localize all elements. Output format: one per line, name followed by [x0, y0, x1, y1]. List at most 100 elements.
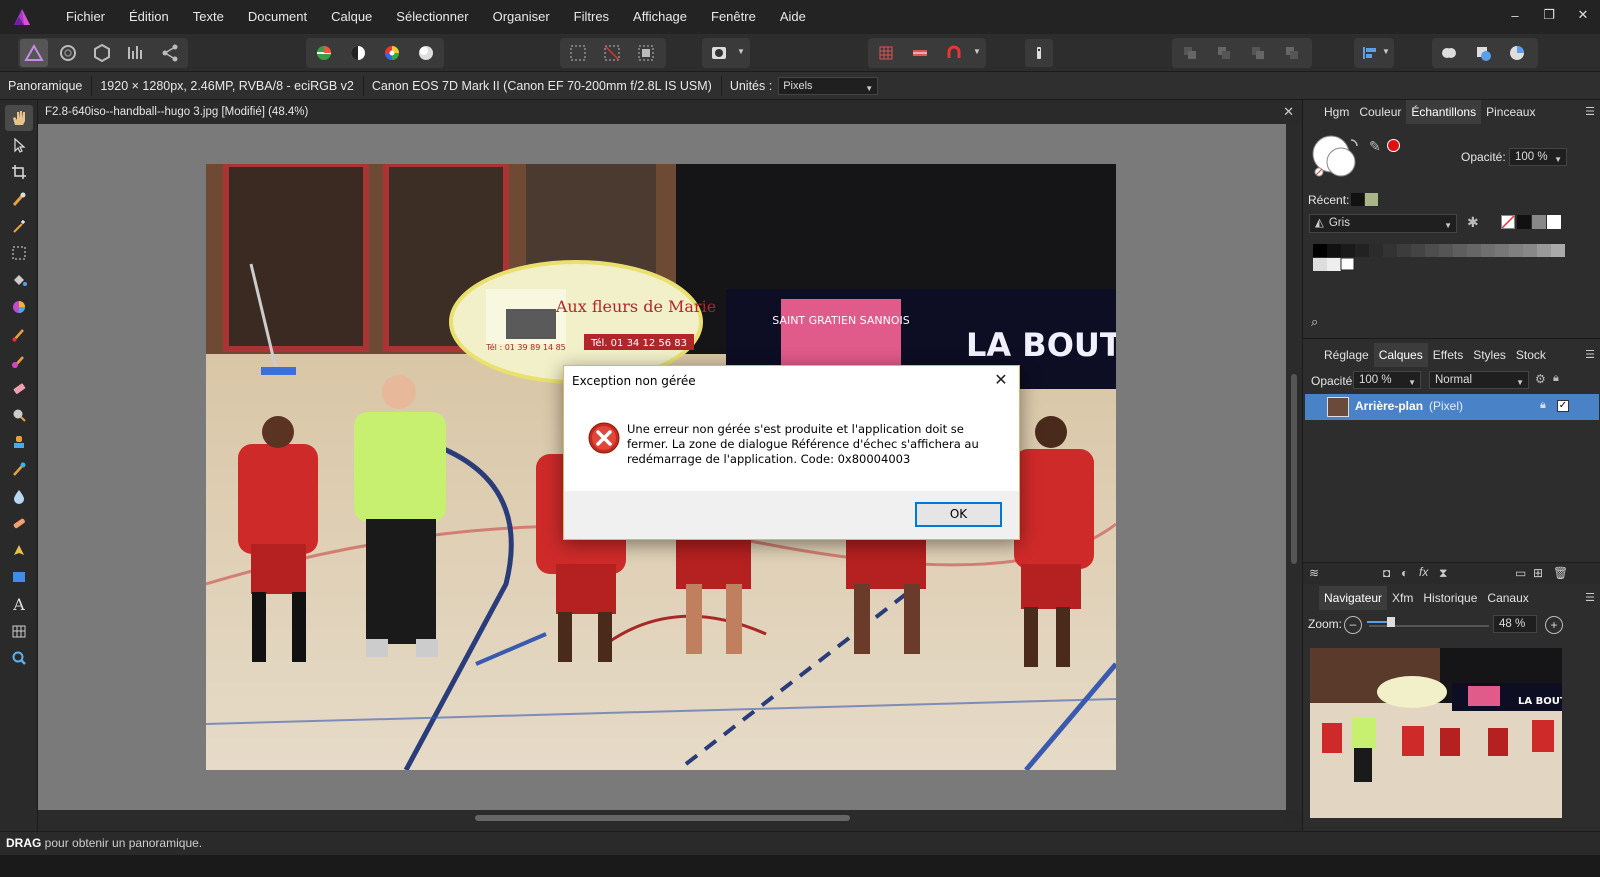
none-swatch[interactable]	[1501, 215, 1515, 229]
export-persona-button[interactable]	[156, 39, 184, 67]
hand-tool[interactable]	[5, 105, 33, 131]
gray-swatches-grid[interactable]	[1313, 244, 1573, 272]
selection-brush-tool[interactable]	[5, 186, 33, 212]
tab-navigator[interactable]: Navigateur	[1319, 586, 1388, 610]
eyedropper-icon[interactable]: ✎	[1369, 138, 1381, 155]
flood-select-tool[interactable]	[5, 213, 33, 239]
liquify-persona-button[interactable]	[54, 39, 82, 67]
zoom-value-field[interactable]: 48 %	[1493, 615, 1537, 633]
zoom-slider-thumb[interactable]	[1387, 617, 1395, 627]
tab-history[interactable]: Historique	[1418, 586, 1482, 610]
menu-organiser[interactable]: Organiser	[481, 0, 562, 34]
auto-levels-button[interactable]	[310, 39, 338, 67]
snapping-dropdown-icon[interactable]: ▼	[973, 47, 981, 56]
mesh-warp-tool[interactable]	[5, 618, 33, 644]
navigator-thumbnail[interactable]: LA BOUTIQU	[1310, 648, 1562, 818]
trash-icon[interactable]: 🗑︎	[1553, 566, 1568, 580]
clone-tool[interactable]	[5, 429, 33, 455]
tab-channels[interactable]: Canaux	[1482, 586, 1533, 610]
fill-stroke-swatch[interactable]	[1311, 134, 1363, 180]
tab-color[interactable]: Couleur	[1354, 100, 1406, 124]
zoom-out-button[interactable]: –	[1344, 616, 1362, 634]
auto-contrast-button[interactable]	[344, 39, 372, 67]
add-layer-icon[interactable]: ⊞	[1533, 566, 1543, 580]
recent-swatch-black[interactable]	[1351, 193, 1364, 206]
recent-swatch-olive[interactable]	[1365, 193, 1378, 206]
inpainting-brush-tool[interactable]	[5, 510, 33, 536]
tab-histogram[interactable]: Hgm	[1319, 100, 1354, 124]
auto-colors-button[interactable]	[378, 39, 406, 67]
move-to-back-button[interactable]	[1176, 39, 1204, 67]
layer-lock-icon[interactable]: 🔒︎	[1540, 399, 1546, 412]
menu-affichage[interactable]: Affichage	[621, 0, 699, 34]
tone-mapping-persona-button[interactable]	[122, 39, 150, 67]
minimize-button[interactable]: –	[1498, 0, 1532, 30]
move-backward-button[interactable]	[1210, 39, 1238, 67]
live-filter-icon[interactable]: ⧗	[1439, 566, 1447, 581]
ok-button[interactable]: OK	[915, 502, 1002, 527]
quick-mask-button[interactable]	[705, 39, 733, 67]
horizontal-scroll-thumb[interactable]	[475, 815, 850, 821]
panel-menu-icon[interactable]: ☰	[1585, 105, 1595, 118]
text-tool[interactable]: A	[5, 591, 33, 617]
rectangle-tool[interactable]	[5, 564, 33, 590]
horizontal-scrollbar[interactable]	[38, 810, 1286, 826]
gradient-tool[interactable]	[5, 294, 33, 320]
align-dropdown-icon[interactable]: ▼	[1382, 47, 1390, 56]
layer-settings-icon[interactable]: ⚙	[1535, 372, 1546, 386]
folder-icon[interactable]: ▭	[1515, 566, 1526, 580]
close-document-icon[interactable]: ✕	[1283, 100, 1294, 124]
subtract-boolean-button[interactable]	[1469, 39, 1497, 67]
color-opacity-field[interactable]: 100 % ▼	[1509, 148, 1567, 166]
intersect-boolean-button[interactable]	[1503, 39, 1531, 67]
auto-white-balance-button[interactable]	[412, 39, 440, 67]
adjustment-icon[interactable]: ◐	[1401, 566, 1408, 580]
layer-opacity-field[interactable]: 100 % ▼	[1353, 371, 1421, 389]
menu-selectionner[interactable]: Sélectionner	[384, 0, 480, 34]
blur-brush-tool[interactable]	[5, 483, 33, 509]
vertical-scrollbar[interactable]	[1286, 124, 1302, 810]
picked-color-swatch[interactable]	[1387, 139, 1400, 152]
menu-fenetre[interactable]: Fenêtre	[699, 0, 768, 34]
develop-persona-button[interactable]	[88, 39, 116, 67]
menu-fichier[interactable]: Fichier	[54, 0, 117, 34]
deselect-button[interactable]	[598, 39, 626, 67]
search-icon[interactable]: ⌕	[1311, 314, 1318, 330]
marquee-tool[interactable]	[5, 240, 33, 266]
select-all-button[interactable]	[564, 39, 592, 67]
crop-tool[interactable]	[5, 159, 33, 185]
move-forward-button[interactable]	[1244, 39, 1272, 67]
restore-button[interactable]: ❐	[1532, 0, 1566, 30]
dialog-close-button[interactable]: ✕	[991, 370, 1011, 390]
tab-transform[interactable]: Xfm	[1387, 586, 1418, 610]
lock-icon[interactable]: 🔒︎	[1553, 372, 1559, 385]
grid-toggle-button[interactable]	[872, 39, 900, 67]
pen-tool[interactable]	[5, 537, 33, 563]
add-boolean-button[interactable]	[1435, 39, 1463, 67]
tab-swatches[interactable]: Échantillons	[1406, 100, 1482, 124]
move-to-front-button[interactable]	[1278, 39, 1306, 67]
tab-adjustments[interactable]: Réglage	[1319, 343, 1374, 367]
red-eye-tool[interactable]	[5, 456, 33, 482]
layer-row[interactable]: Arrière-plan (Pixel) 🔒︎ ✓	[1305, 394, 1599, 420]
menu-document[interactable]: Document	[236, 0, 319, 34]
menu-filtres[interactable]: Filtres	[562, 0, 621, 34]
document-tab[interactable]: F2.8-640iso--handball--hugo 3.jpg [Modif…	[38, 100, 1302, 124]
assistant-button[interactable]	[1025, 39, 1053, 67]
align-button[interactable]	[1356, 39, 1384, 67]
erase-brush-tool[interactable]	[5, 375, 33, 401]
guides-toggle-button[interactable]	[906, 39, 934, 67]
tab-stock[interactable]: Stock	[1511, 343, 1551, 367]
zoom-tool[interactable]	[5, 645, 33, 671]
tab-layers[interactable]: Calques	[1373, 343, 1428, 367]
palette-select[interactable]: ◭ Gris ▼	[1309, 214, 1457, 233]
mask-layer-icon[interactable]: ◘	[1383, 566, 1390, 580]
tab-brushes[interactable]: Pinceaux	[1481, 100, 1540, 124]
fill-tool[interactable]	[5, 267, 33, 293]
tab-styles[interactable]: Styles	[1468, 343, 1511, 367]
menu-edition[interactable]: Édition	[117, 0, 181, 34]
black-swatch[interactable]	[1517, 215, 1531, 229]
palette-options-icon[interactable]: ✱	[1467, 214, 1479, 231]
paint-brush-tool[interactable]	[5, 321, 33, 347]
close-window-button[interactable]: ✕	[1566, 0, 1600, 30]
